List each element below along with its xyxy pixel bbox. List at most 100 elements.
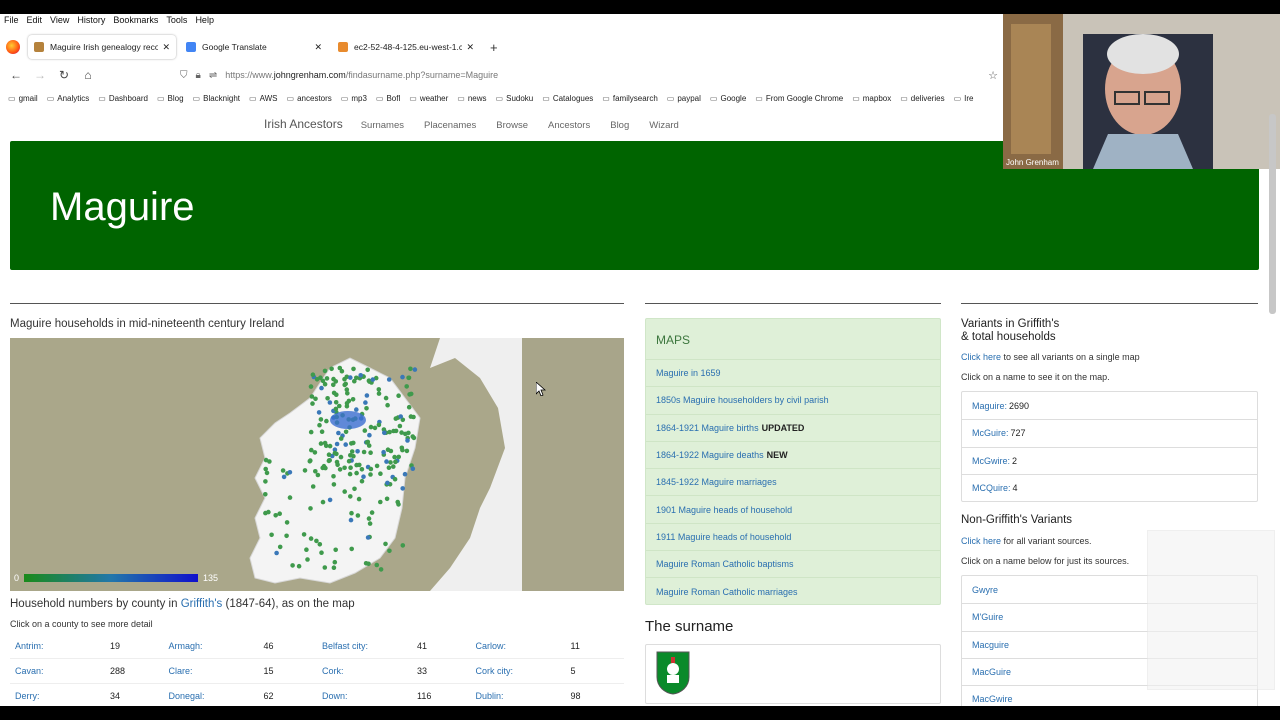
site-brand-link[interactable]: Irish Ancestors [264,117,343,131]
new-tab-icon[interactable]: + [490,40,498,55]
maps-list-item[interactable]: 1901 Maguire heads of household [646,495,940,522]
bookmark-item[interactable]: ▭ Sudoku [496,94,534,103]
bookmark-item[interactable]: ▭ From Google Chrome [755,94,843,103]
menu-tools[interactable]: Tools [166,14,187,26]
page-scrollbar[interactable] [1269,114,1276,314]
menu-help[interactable]: Help [195,14,214,26]
maps-item-link[interactable]: 1845-1922 Maguire marriages [656,477,777,487]
bookmark-item[interactable]: ▭ mapbox [852,94,891,103]
variants-click-here-link[interactable]: Click here [961,352,1001,362]
county-link[interactable]: Belfast city: [317,641,417,651]
back-icon[interactable]: ← [4,68,28,82]
bookmark-item[interactable]: ▭ mp3 [341,94,367,103]
distribution-map[interactable] [10,338,624,591]
county-link[interactable]: Carlow: [471,641,571,651]
tracking-shield-icon[interactable]: ⛉ [180,70,188,81]
nav-blog[interactable]: Blog [610,120,629,131]
county-link[interactable]: Down: [317,691,417,701]
nav-surnames[interactable]: Surnames [361,120,404,131]
variant-name-link[interactable]: McGuire: [972,428,1009,438]
menu-edit[interactable]: Edit [27,14,43,26]
address-bar[interactable]: ⛉ 🔒︎ ⇌ https://www. johngrenham.com/finda… [180,64,1000,86]
maps-list-item[interactable]: 1864-1921 Maguire births UPDATED [646,413,940,441]
nav-placenames[interactable]: Placenames [424,120,476,131]
bookmark-item[interactable]: ▭ Blacknight [193,94,240,103]
menu-bookmarks[interactable]: Bookmarks [113,14,158,26]
county-link[interactable]: Derry: [10,691,110,701]
non-griffiths-click-here-link[interactable]: Click here [961,536,1001,546]
maps-list-item[interactable]: Maguire Roman Catholic marriages [646,577,940,604]
household-dot [342,376,347,382]
non-griffiths-name-link[interactable]: MacGuire [972,667,1011,677]
griffiths-link[interactable]: Griffith's [181,598,223,610]
maps-list-item[interactable]: Maguire in 1659 [646,359,940,386]
bookmark-item[interactable]: ▭ deliveries [900,94,944,103]
home-icon[interactable]: ⌂ [76,68,100,82]
maps-item-link[interactable]: 1864-1921 Maguire births [656,423,759,433]
close-tab-icon[interactable]: ✕ [466,42,474,53]
maps-item-link[interactable]: 1901 Maguire heads of household [656,505,792,515]
variant-item[interactable]: McGuire: 727 [962,419,1257,446]
permissions-icon[interactable]: ⇌ [209,70,217,81]
county-link[interactable]: Clare: [164,666,264,676]
close-tab-icon[interactable]: ✕ [314,42,322,53]
county-link[interactable]: Donegal: [164,691,264,701]
maps-list-item[interactable]: 1864-1922 Maguire deaths NEW [646,440,940,468]
county-link[interactable]: Armagh: [164,641,264,651]
bookmark-item[interactable]: ▭ AWS [249,94,278,103]
nav-wizard[interactable]: Wizard [649,120,679,131]
tab-maguire[interactable]: Maguire Irish genealogy records ✕ [28,35,176,59]
maps-item-link[interactable]: 1911 Maguire heads of household [656,532,791,542]
firefox-icon[interactable] [6,40,20,54]
close-tab-icon[interactable]: ✕ [162,42,170,53]
variant-item[interactable]: McGwire: 2 [962,446,1257,474]
maps-item-link[interactable]: Maguire in 1659 [656,368,721,378]
bookmark-item[interactable]: ▭ news [457,94,486,103]
bookmark-item[interactable]: ▭ Blog [157,94,184,103]
bookmark-item[interactable]: ▭ familysearch [602,94,657,103]
forward-icon[interactable]: → [28,68,52,82]
maps-list-item[interactable]: Maguire Roman Catholic baptisms [646,550,940,577]
bookmark-item[interactable]: ▭ paypal [667,94,701,103]
lock-icon[interactable]: 🔒︎ [196,70,201,81]
maps-list-item[interactable]: 1850s Maguire householders by civil pari… [646,386,940,413]
menu-history[interactable]: History [77,14,105,26]
bookmark-item[interactable]: ▭ Google [710,94,746,103]
non-griffiths-name-link[interactable]: M'Guire [972,612,1003,622]
bookmark-item[interactable]: ▭ Analytics [47,94,90,103]
county-link[interactable]: Cork: [317,666,417,676]
variant-item[interactable]: MCQuire: 4 [962,473,1257,501]
variant-name-link[interactable]: MCQuire: [972,483,1011,493]
tab-google-translate[interactable]: Google Translate ✕ [180,35,328,59]
bookmark-item[interactable]: ▭ weather [409,94,448,103]
bookmark-star-icon[interactable]: ☆ [988,69,998,82]
county-link[interactable]: Cork city: [471,666,571,676]
maps-item-link[interactable]: Maguire Roman Catholic marriages [656,587,798,597]
county-link[interactable]: Antrim: [10,641,110,651]
maps-item-link[interactable]: Maguire Roman Catholic baptisms [656,559,794,569]
menu-file[interactable]: File [4,14,19,26]
non-griffiths-name-link[interactable]: MacGwire [972,694,1013,704]
non-griffiths-name-link[interactable]: Gwyre [972,585,998,595]
bookmark-item[interactable]: ▭ gmail [8,94,38,103]
bookmark-item[interactable]: ▭ Dashboard [98,94,148,103]
maps-list-item[interactable]: 1911 Maguire heads of household [646,522,940,550]
menu-view[interactable]: View [50,14,69,26]
nav-ancestors[interactable]: Ancestors [548,120,590,131]
bookmark-item[interactable]: ▭ Catalogues [542,94,593,103]
variant-name-link[interactable]: Maguire: [972,401,1007,411]
bookmark-item[interactable]: ▭ ancestors [287,94,332,103]
maps-item-link[interactable]: 1864-1922 Maguire deaths [656,450,764,460]
nav-browse[interactable]: Browse [496,120,528,131]
maps-item-link[interactable]: 1850s Maguire householders by civil pari… [656,395,829,405]
bookmark-item[interactable]: ▭ Bofl [376,94,400,103]
variant-name-link[interactable]: McGwire: [972,456,1010,466]
county-link[interactable]: Dublin: [471,691,571,701]
maps-list-item[interactable]: 1845-1922 Maguire marriages [646,468,940,495]
county-link[interactable]: Cavan: [10,666,110,676]
reload-icon[interactable]: ↻ [52,68,76,82]
variant-item[interactable]: Maguire: 2690 [962,392,1257,419]
tab-ec2[interactable]: ec2-52-48-4-125.eu-west-1.com ✕ [332,35,480,59]
non-griffiths-name-link[interactable]: Macguire [972,640,1009,650]
bookmark-item[interactable]: ▭ Ire [954,94,974,103]
